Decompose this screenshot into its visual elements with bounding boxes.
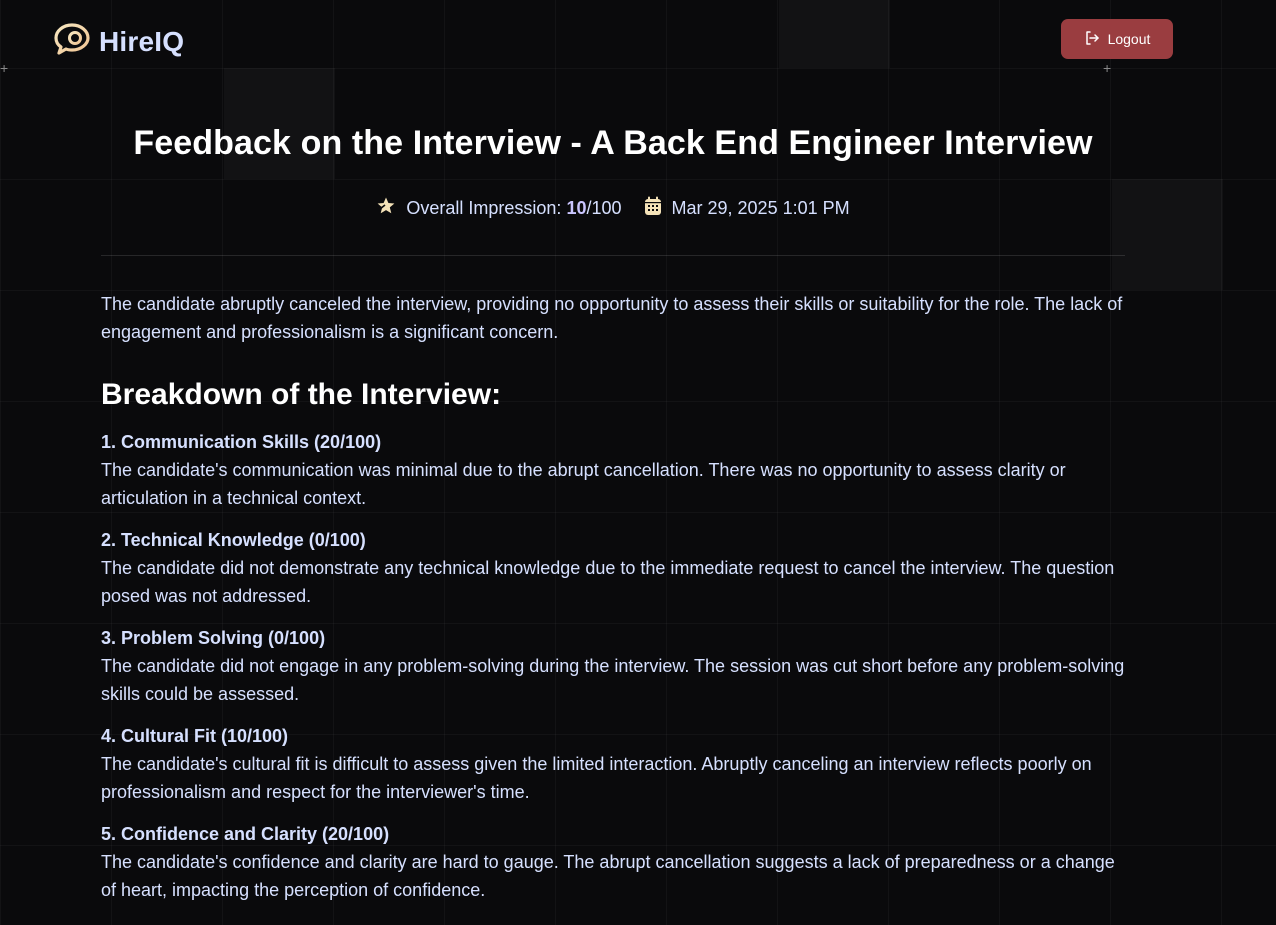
- category-title: 4. Cultural Fit (10/100): [101, 726, 289, 746]
- category-body: The candidate did not demonstrate any te…: [101, 558, 1115, 606]
- impression-label: Overall Impression:: [406, 198, 567, 218]
- feedback-content: Feedback on the Interview - A Back End E…: [101, 100, 1125, 904]
- category-body: The candidate's cultural fit is difficul…: [101, 754, 1092, 802]
- brand-logo[interactable]: HireIQ: [53, 22, 184, 61]
- category-title: 2. Technical Knowledge (0/100): [101, 530, 366, 550]
- background-tile: [1112, 179, 1223, 290]
- logout-button[interactable]: Logout: [1061, 19, 1173, 59]
- breakdown-list: 1. Communication Skills (20/100) The can…: [101, 428, 1125, 904]
- category-body: The candidate did not engage in any prob…: [101, 656, 1125, 704]
- logout-label: Logout: [1107, 31, 1151, 47]
- chat-bubble-logo-icon: [53, 22, 91, 61]
- section-divider: [101, 255, 1125, 256]
- page-title: Feedback on the Interview - A Back End E…: [133, 124, 1093, 162]
- overall-impression: Overall Impression: 10/100: [376, 196, 622, 221]
- category-title: 5. Confidence and Clarity (20/100): [101, 824, 390, 844]
- category-title: 3. Problem Solving (0/100): [101, 628, 326, 648]
- top-navbar: HireIQ Logout: [0, 0, 1276, 78]
- category-item: 4. Cultural Fit (10/100) The candidate's…: [101, 722, 1125, 806]
- category-body: The candidate's confidence and clarity a…: [101, 852, 1115, 900]
- feedback-meta: Overall Impression: 10/100 Mar 29, 2025 …: [101, 196, 1125, 221]
- date-text: Mar 29, 2025 1:01 PM: [671, 198, 850, 218]
- feedback-summary: The candidate abruptly canceled the inte…: [101, 294, 1123, 342]
- calendar-icon: [644, 196, 662, 221]
- category-body: The candidate's communication was minima…: [101, 460, 1066, 508]
- star-icon: [376, 196, 396, 221]
- brand-name: HireIQ: [99, 25, 185, 57]
- impression-score: 10: [566, 198, 587, 218]
- category-item: 3. Problem Solving (0/100) The candidate…: [101, 624, 1125, 708]
- category-title: 1. Communication Skills (20/100): [101, 432, 382, 452]
- impression-total: /100: [586, 198, 622, 218]
- interview-date: Mar 29, 2025 1:01 PM: [644, 196, 850, 221]
- category-item: 2. Technical Knowledge (0/100) The candi…: [101, 526, 1125, 610]
- breakdown-heading: Breakdown of the Interview:: [101, 378, 502, 411]
- logout-icon: [1084, 30, 1100, 49]
- category-item: 5. Confidence and Clarity (20/100) The c…: [101, 820, 1125, 904]
- category-item: 1. Communication Skills (20/100) The can…: [101, 428, 1125, 512]
